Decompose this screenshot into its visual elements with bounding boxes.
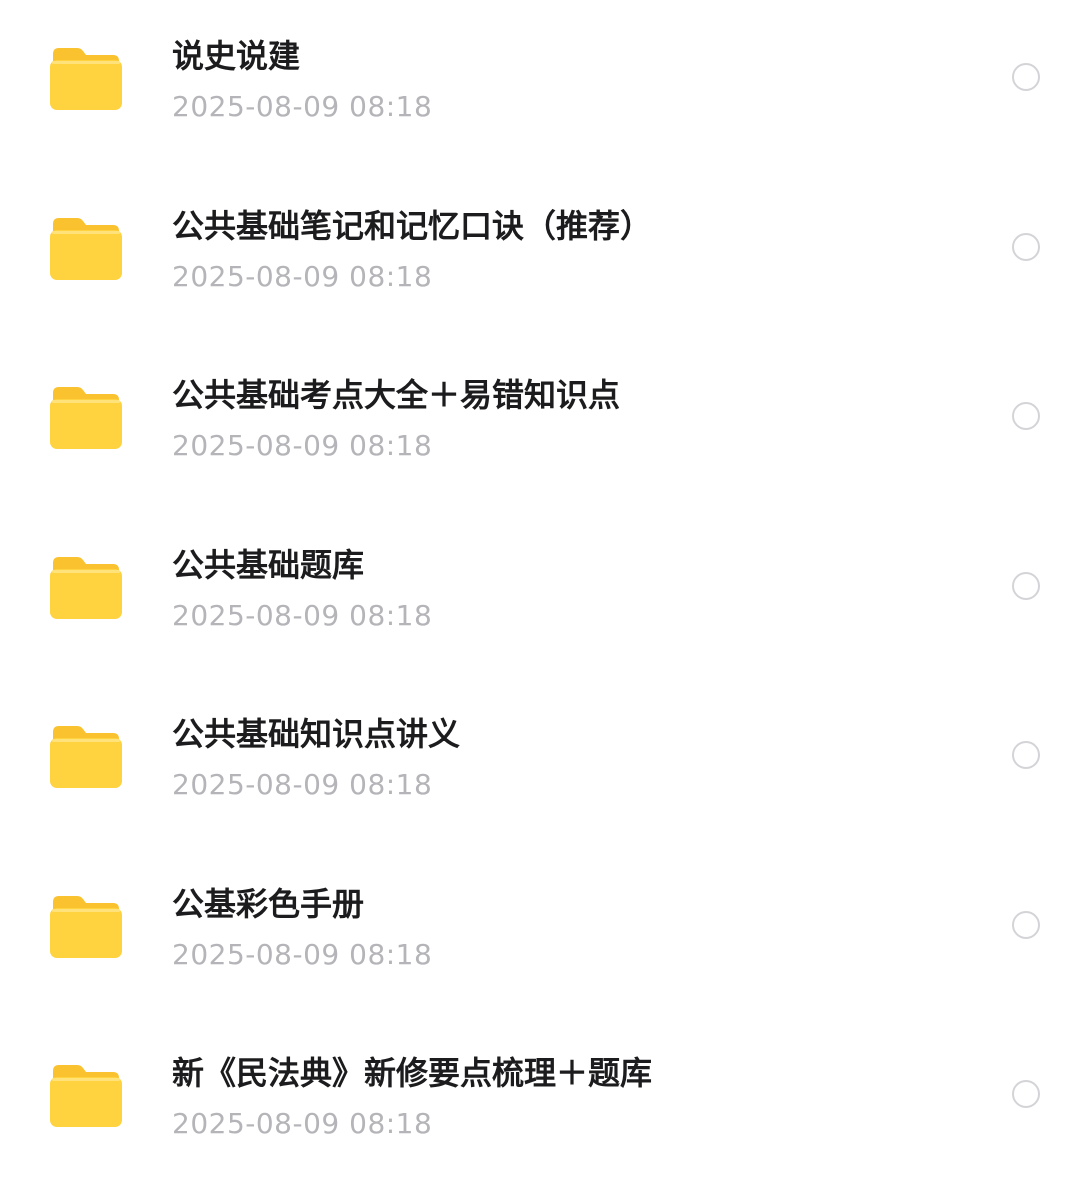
folder-icon [50, 553, 122, 619]
modified-time: 2025-08-09 08:18 [172, 938, 433, 971]
select-checkbox[interactable] [1012, 572, 1040, 600]
modified-time: 2025-08-09 08:18 [172, 260, 433, 293]
modified-time: 2025-08-09 08:18 [172, 599, 433, 632]
folder-icon [50, 214, 122, 280]
modified-time: 2025-08-09 08:18 [172, 429, 433, 462]
modified-time: 2025-08-09 08:18 [172, 768, 433, 801]
select-checkbox[interactable] [1012, 741, 1040, 769]
folder-icon [50, 383, 122, 449]
folder-icon [50, 1061, 122, 1127]
folder-icon [50, 44, 122, 110]
folder-name[interactable]: 公共基础题库 [172, 545, 364, 585]
file-row[interactable]: 公基彩色手册 2025-08-09 08:18 [0, 848, 1080, 1018]
file-row[interactable]: 新《民法典》新修要点梳理＋题库 2025-08-09 08:18 [0, 1017, 1080, 1187]
file-row[interactable]: 公共基础题库 2025-08-09 08:18 [0, 509, 1080, 679]
modified-time: 2025-08-09 08:18 [172, 90, 433, 123]
folder-name[interactable]: 说史说建 [172, 36, 300, 76]
file-list: 说史说建 2025-08-09 08:18 公共基础笔记和记忆口诀（推荐） 20… [0, 0, 1080, 1179]
file-row[interactable]: 说史说建 2025-08-09 08:18 [0, 0, 1080, 170]
folder-icon [50, 892, 122, 958]
folder-name[interactable]: 公共基础知识点讲义 [172, 714, 460, 754]
file-row[interactable]: 公共基础知识点讲义 2025-08-09 08:18 [0, 678, 1080, 848]
select-checkbox[interactable] [1012, 402, 1040, 430]
select-checkbox[interactable] [1012, 1080, 1040, 1108]
folder-name[interactable]: 公基彩色手册 [172, 884, 364, 924]
folder-name[interactable]: 公共基础考点大全＋易错知识点 [172, 375, 620, 415]
select-checkbox[interactable] [1012, 911, 1040, 939]
select-checkbox[interactable] [1012, 63, 1040, 91]
select-checkbox[interactable] [1012, 233, 1040, 261]
file-row[interactable]: 公共基础笔记和记忆口诀（推荐） 2025-08-09 08:18 [0, 170, 1080, 340]
file-row[interactable]: 公共基础考点大全＋易错知识点 2025-08-09 08:18 [0, 339, 1080, 509]
folder-icon [50, 722, 122, 788]
folder-name[interactable]: 公共基础笔记和记忆口诀（推荐） [172, 206, 652, 246]
modified-time: 2025-08-09 08:18 [172, 1107, 433, 1140]
folder-name[interactable]: 新《民法典》新修要点梳理＋题库 [172, 1053, 652, 1093]
